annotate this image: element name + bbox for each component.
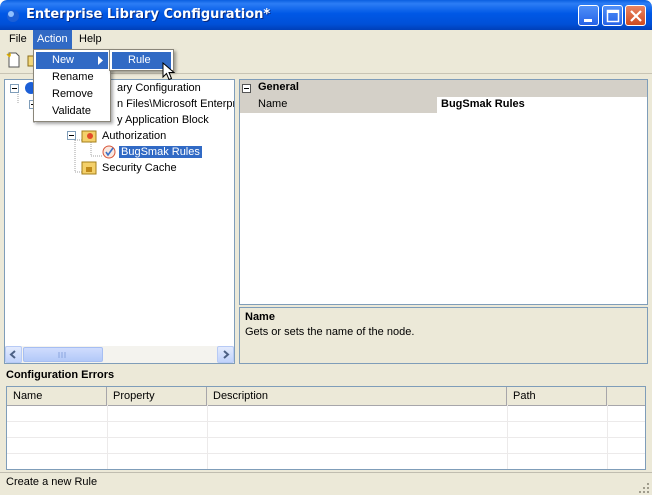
menu-item-new[interactable]: New	[36, 52, 108, 69]
resize-grip-icon[interactable]	[638, 482, 650, 494]
property-row[interactable]: Name BugSmak Rules	[240, 97, 647, 113]
tree-node-authorization[interactable]: Authorization	[102, 128, 166, 144]
property-value[interactable]: BugSmak Rules	[441, 98, 525, 110]
grid-line	[207, 405, 208, 469]
tree-node-label: n Files\Microsoft Enterpris	[117, 98, 235, 110]
close-button[interactable]	[625, 5, 646, 26]
scroll-thumb[interactable]	[23, 347, 103, 362]
grid-line	[607, 405, 608, 469]
category-label: General	[258, 81, 299, 93]
errors-title: Configuration Errors	[6, 369, 115, 381]
property-category[interactable]: General	[240, 80, 647, 97]
security-cache-icon	[81, 161, 97, 175]
errors-grid[interactable]: Name Property Description Path	[6, 386, 646, 470]
tree-node-application[interactable]: n Files\Microsoft Enterpris	[117, 96, 235, 112]
grip-icon	[58, 352, 66, 358]
submenu-arrow-icon	[98, 56, 103, 65]
property-name-cell: Name	[240, 97, 437, 113]
maximize-icon	[606, 9, 620, 23]
rule-icon	[102, 145, 116, 159]
collapse-toggle[interactable]	[242, 84, 251, 93]
tree-node-label: Security Cache	[102, 162, 177, 174]
maximize-button[interactable]	[602, 5, 623, 26]
minimize-button[interactable]	[578, 5, 599, 26]
menu-help[interactable]: Help	[75, 30, 106, 49]
status-text: Create a new Rule	[6, 476, 98, 488]
column-header-path[interactable]: Path	[507, 387, 607, 405]
menu-item-rename[interactable]: Rename	[36, 69, 108, 86]
property-name: Name	[258, 98, 288, 110]
expand-toggle[interactable]	[67, 131, 76, 140]
tree-node-security-block[interactable]: y Application Block	[117, 112, 209, 128]
tree-node-label: ary Configuration	[117, 82, 201, 94]
tree-node-label: y Application Block	[117, 114, 209, 126]
tree-node-label: BugSmak Rules	[119, 146, 202, 158]
app-icon	[7, 10, 19, 22]
window-title: Enterprise Library Configuration*	[26, 7, 271, 22]
app-window: Enterprise Library Configuration* File A…	[0, 0, 652, 495]
grid-line	[7, 453, 645, 454]
menu-action[interactable]: Action	[33, 30, 72, 49]
column-header-description[interactable]: Description	[207, 387, 507, 405]
grid-line	[7, 437, 645, 438]
scroll-right-icon	[223, 350, 230, 359]
mouse-cursor-icon	[162, 62, 176, 81]
menu-item-validate[interactable]: Validate	[36, 103, 108, 120]
tree-node-configuration[interactable]: ary Configuration	[117, 80, 201, 96]
description-title: Name	[245, 311, 275, 323]
property-grid[interactable]: General Name BugSmak Rules	[239, 79, 648, 305]
action-menu: New Rename Remove Validate	[33, 49, 111, 122]
new-document-icon[interactable]	[6, 52, 22, 68]
scroll-right-button[interactable]	[217, 346, 234, 363]
grid-line	[107, 405, 108, 469]
column-header-property[interactable]: Property	[107, 387, 207, 405]
column-header-name[interactable]: Name	[7, 387, 107, 405]
grid-line	[507, 405, 508, 469]
tree-node-security-cache[interactable]: Security Cache	[102, 160, 177, 176]
menu-item-remove[interactable]: Remove	[36, 86, 108, 103]
status-bar: Create a new Rule	[0, 472, 652, 495]
scroll-left-button[interactable]	[5, 346, 22, 363]
tree-node-bugsmak-rules[interactable]: BugSmak Rules	[119, 144, 202, 160]
description-text: Gets or sets the name of the node.	[245, 326, 415, 338]
description-panel: Name Gets or sets the name of the node.	[239, 307, 648, 364]
minimize-icon	[584, 19, 592, 22]
authorization-icon	[81, 130, 97, 143]
expand-toggle[interactable]	[10, 84, 19, 93]
grid-line	[7, 421, 645, 422]
tree-horizontal-scrollbar[interactable]	[5, 346, 234, 363]
menu-item-label: New	[52, 54, 75, 66]
scroll-left-icon	[9, 350, 16, 359]
title-bar[interactable]: Enterprise Library Configuration*	[0, 0, 652, 30]
menu-bar: File Action Help	[0, 30, 652, 49]
tree-node-label: Authorization	[102, 130, 167, 142]
errors-grid-header: Name Property Description Path	[7, 387, 645, 406]
close-icon	[630, 10, 642, 22]
menu-file[interactable]: File	[5, 30, 31, 49]
